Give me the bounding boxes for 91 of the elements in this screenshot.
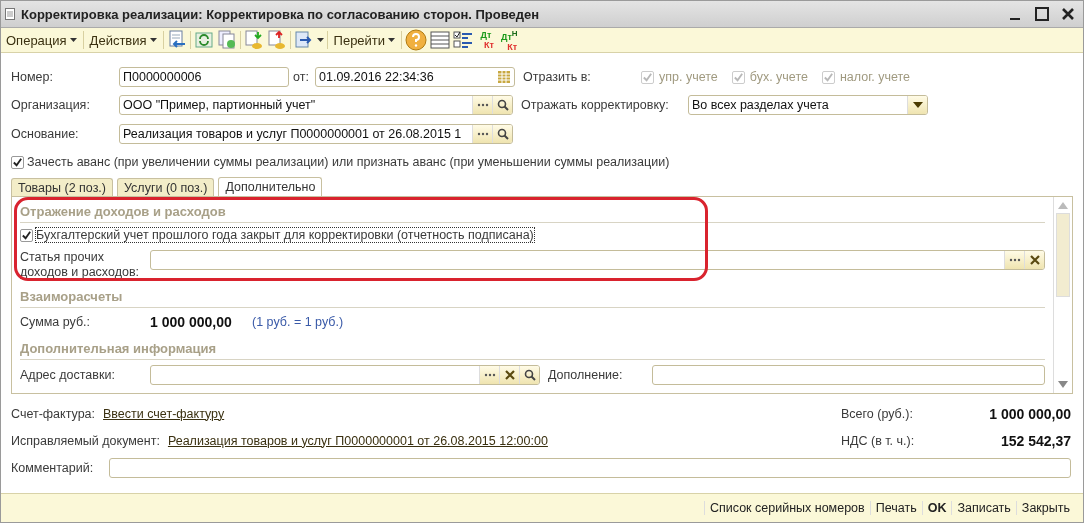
search-button[interactable] [492, 125, 512, 143]
field-label: Статья прочих доходов и расходов: [20, 250, 140, 280]
section-title: Отражение доходов и расходов [20, 199, 1045, 223]
caret-icon [912, 102, 923, 108]
maximize-icon[interactable] [1035, 7, 1049, 21]
date-field[interactable]: 01.09.2016 22:34:36 [315, 67, 515, 87]
checkbox[interactable] [11, 155, 24, 169]
income-item-field[interactable] [150, 250, 1045, 270]
ledger-button[interactable]: Дт$^{Н}$ Кт [499, 28, 520, 52]
invoice-link[interactable]: Ввести счет-фактуру [103, 406, 225, 421]
address-field[interactable] [150, 365, 540, 385]
help-icon[interactable] [405, 29, 428, 51]
select-button[interactable] [472, 96, 492, 114]
comment-field[interactable] [109, 457, 1071, 478]
document-arrow-icon[interactable] [293, 30, 314, 50]
refresh-icon[interactable] [193, 30, 214, 50]
close-icon[interactable] [1061, 7, 1075, 21]
search-button[interactable] [519, 366, 539, 384]
clear-button[interactable] [499, 366, 519, 384]
document-coins-icon[interactable] [266, 30, 287, 50]
menu-button[interactable]: Действия [86, 32, 160, 48]
checklist-icon[interactable] [453, 30, 474, 50]
select-button[interactable] [472, 125, 492, 143]
checkbox-label: налог. учете [839, 70, 910, 84]
footer-button[interactable]: OK [921, 501, 952, 515]
field-label: Комментарий: [11, 460, 95, 475]
ellipsis-icon [483, 373, 496, 377]
footer-button[interactable]: Печать [869, 501, 922, 515]
vat-label: НДС (в т. ч.): [841, 433, 916, 448]
caret-icon [149, 38, 157, 42]
dropdown-button[interactable] [907, 96, 927, 114]
section-title: Взаиморасчеты [20, 284, 1045, 308]
field-label: от: [293, 70, 310, 84]
correction-dropdown[interactable]: Во всех разделах учета [688, 95, 928, 115]
amount-value: 1 000 000,00 [150, 314, 233, 330]
organization-field[interactable]: ООО "Пример, партионный учет" [119, 95, 513, 115]
menu-button[interactable]: Перейти [330, 32, 399, 48]
window-title: Корректировка реализации: Корректировка по согласованию сторон. Проведен [21, 6, 541, 22]
field-label: Дополнение: [548, 368, 624, 382]
select-button[interactable] [1004, 251, 1024, 269]
field-label: Счет-фактура: [11, 406, 96, 421]
caret-icon [388, 38, 396, 42]
search-icon [523, 369, 536, 381]
section-title: Дополнительная информация [20, 336, 1045, 360]
document-link[interactable]: Реализация товаров и услуг П0000000001 от 26.08.2015 12:00:00 [167, 433, 548, 448]
checkbox-label: Зачесть аванс (при увеличении суммы реализации) или признать аванс (при уменьшении суммы реализации) [27, 155, 670, 169]
tab[interactable]: Дополнительно [218, 177, 323, 196]
field-label: Основание: [11, 127, 80, 141]
search-icon [496, 99, 509, 111]
scrollbar[interactable] [1053, 197, 1072, 393]
footer-button[interactable]: Список серийных номеров [703, 501, 870, 515]
checkbox-label: упр. учете [659, 70, 718, 84]
scroll-down-icon[interactable] [1058, 381, 1068, 389]
ellipsis-icon [1008, 258, 1021, 262]
document-icon [5, 8, 15, 20]
clear-button[interactable] [1024, 251, 1044, 269]
document-coins-icon[interactable] [243, 30, 264, 50]
total-value: 1 000 000,00 [988, 405, 1071, 422]
menu-button[interactable]: Операция [3, 32, 80, 48]
total-label: Всего (руб.): [841, 406, 914, 421]
caret-icon [69, 38, 77, 42]
field-label: Адрес доставки: [20, 368, 116, 382]
footer-button[interactable]: Записать [951, 501, 1016, 515]
checkbox[interactable] [20, 228, 33, 242]
list-icon[interactable] [430, 30, 451, 50]
search-button[interactable] [492, 96, 512, 114]
field-label: Отразить в: [523, 70, 592, 84]
field-label: Номер: [11, 70, 54, 84]
tab[interactable]: Услуги (0 поз.) [117, 178, 215, 196]
caret-icon [316, 38, 324, 42]
clear-icon [504, 370, 515, 380]
tab[interactable]: Товары (2 поз.) [11, 178, 113, 196]
checkbox-label: бух. учете [749, 70, 808, 84]
field-label: Сумма руб.: [20, 315, 92, 329]
clear-icon [1029, 255, 1040, 265]
ellipsis-icon [476, 132, 489, 136]
footer-button[interactable]: Закрыть [1015, 501, 1075, 515]
field-label: Организация: [11, 98, 91, 112]
vat-value: 152 542,37 [999, 432, 1071, 449]
ellipsis-icon [476, 103, 489, 107]
basis-field[interactable]: Реализация товаров и услуг П0000000001 от 26.08.2015 1 [119, 124, 513, 144]
addition-field[interactable] [652, 365, 1045, 385]
document-arrow-icon[interactable] [166, 30, 187, 50]
field-label: Исправляемый документ: [11, 433, 160, 448]
select-button[interactable] [479, 366, 499, 384]
field-label: Отражать корректировку: [521, 98, 670, 112]
exchange-rate: (1 руб. = 1 руб.) [252, 315, 344, 329]
number-field[interactable]: П0000000006 [119, 67, 289, 87]
search-icon [496, 128, 509, 140]
ledger-button[interactable]: Дт Кт [476, 30, 496, 50]
checkbox-label: Бухгалтерский учет прошлого года закрыт для корректировки (отчетность подписана) [36, 228, 534, 242]
